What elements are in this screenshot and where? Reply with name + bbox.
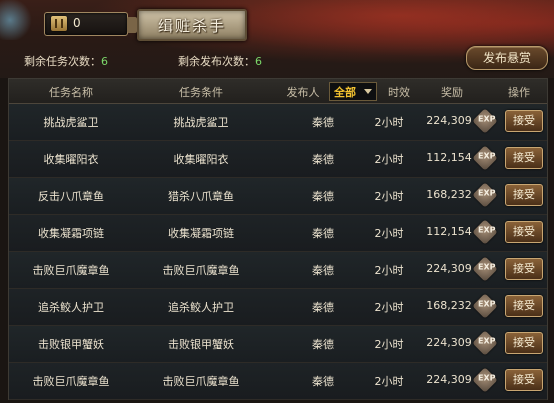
table-row: 击败银甲蟹妖 击败银甲蟹妖 秦德 2小时 224,309 EXP 接受 — [9, 326, 547, 363]
task-condition: 击败巨爪魔章鱼 — [162, 375, 240, 388]
task-condition: 击败巨爪魔章鱼 — [162, 264, 240, 277]
task-duration: 2小时 — [374, 338, 404, 351]
exp-icon: EXP — [472, 182, 498, 208]
task-reward: 168,232 — [426, 188, 472, 201]
remaining-publish-value: 6 — [255, 55, 262, 68]
remaining-publish-label: 剩余发布次数： — [178, 55, 255, 68]
exp-icon: EXP — [472, 256, 498, 282]
task-name: 收集凝霜项链 — [38, 227, 104, 240]
task-name: 击败巨爪魔章鱼 — [32, 264, 110, 277]
accept-button[interactable]: 接受 — [505, 369, 543, 391]
exp-icon: EXP — [472, 330, 498, 356]
task-publisher: 秦德 — [312, 153, 334, 166]
accept-button[interactable]: 接受 — [505, 258, 543, 280]
task-reward: 224,309 — [426, 262, 472, 275]
header-task-name: 任务名称 — [49, 86, 93, 99]
task-duration: 2小时 — [374, 116, 404, 129]
title-ornament — [127, 17, 137, 33]
table-row: 反击八爪章鱼 猎杀八爪章鱼 秦德 2小时 168,232 EXP 接受 — [9, 178, 547, 215]
table-header: 任务名称 任务条件 发布人 全部 时效 奖励 操作 — [9, 79, 547, 104]
task-reward: 112,154 — [426, 151, 472, 164]
task-condition: 收集曜阳衣 — [173, 153, 229, 166]
task-reward: 168,232 — [426, 299, 472, 312]
header-task-condition: 任务条件 — [179, 86, 223, 99]
task-name: 收集曜阳衣 — [43, 153, 99, 166]
accept-button[interactable]: 接受 — [505, 147, 543, 169]
task-publisher: 秦德 — [312, 264, 334, 277]
task-table: 任务名称 任务条件 发布人 全部 时效 奖励 操作 挑战虎鲨卫 挑战虎鲨卫 秦德… — [8, 78, 548, 400]
task-duration: 2小时 — [374, 190, 404, 203]
task-reward: 224,309 — [426, 114, 472, 127]
exp-label: EXP — [478, 225, 496, 235]
task-duration: 2小时 — [374, 227, 404, 240]
task-condition: 猎杀八爪章鱼 — [168, 190, 234, 203]
title-plate: 缉赃杀手 — [127, 9, 247, 41]
remaining-tasks-label: 剩余任务次数： — [24, 55, 101, 68]
exp-icon: EXP — [472, 367, 498, 393]
table-row: 收集曜阳衣 收集曜阳衣 秦德 2小时 112,154 EXP 接受 — [9, 141, 547, 178]
table-row: 击败巨爪魔章鱼 击败巨爪魔章鱼 秦德 2小时 224,309 EXP 接受 — [9, 363, 547, 400]
exp-icon: EXP — [472, 219, 498, 245]
accept-button[interactable]: 接受 — [505, 110, 543, 132]
accept-button[interactable]: 接受 — [505, 295, 543, 317]
task-duration: 2小时 — [374, 375, 404, 388]
accept-button[interactable]: 接受 — [505, 221, 543, 243]
table-row: 挑战虎鲨卫 挑战虎鲨卫 秦德 2小时 224,309 EXP 接受 — [9, 104, 547, 141]
header-publisher: 发布人 — [286, 86, 320, 99]
task-name: 击败银甲蟹妖 — [38, 338, 104, 351]
table-row: 收集凝霜项链 收集凝霜项链 秦德 2小时 112,154 EXP 接受 — [9, 215, 547, 252]
task-publisher: 秦德 — [312, 116, 334, 129]
task-publisher: 秦德 — [312, 227, 334, 240]
currency-count: 0 — [73, 16, 81, 30]
task-condition: 追杀鲛人护卫 — [168, 301, 234, 314]
exp-label: EXP — [478, 299, 496, 309]
remaining-tasks-value: 6 — [101, 55, 108, 68]
publish-bounty-button[interactable]: 发布悬赏 — [466, 46, 548, 70]
task-duration: 2小时 — [374, 264, 404, 277]
remaining-tasks: 剩余任务次数：6 — [24, 53, 108, 69]
task-reward: 112,154 — [426, 225, 472, 238]
task-reward: 224,309 — [426, 336, 472, 349]
currency-display: 0 — [44, 12, 128, 36]
publisher-filter-dropdown[interactable]: 全部 — [329, 82, 377, 101]
page-title: 缉赃杀手 — [157, 17, 226, 35]
exp-label: EXP — [478, 188, 496, 198]
exp-label: EXP — [478, 114, 496, 124]
task-condition: 击败银甲蟹妖 — [168, 338, 234, 351]
ticket-icon — [51, 16, 67, 31]
task-duration: 2小时 — [374, 301, 404, 314]
task-publisher: 秦德 — [312, 301, 334, 314]
header-duration: 时效 — [388, 86, 410, 99]
chevron-down-icon — [364, 89, 372, 94]
table-row: 击败巨爪魔章鱼 击败巨爪魔章鱼 秦德 2小时 224,309 EXP 接受 — [9, 252, 547, 289]
banner-ornament — [0, 0, 40, 40]
exp-label: EXP — [478, 262, 496, 272]
table-body: 挑战虎鲨卫 挑战虎鲨卫 秦德 2小时 224,309 EXP 接受 收集曜阳衣 … — [9, 104, 547, 400]
exp-icon: EXP — [472, 145, 498, 171]
task-publisher: 秦德 — [312, 375, 334, 388]
task-condition: 挑战虎鲨卫 — [173, 116, 229, 129]
task-condition: 收集凝霜项链 — [168, 227, 234, 240]
exp-label: EXP — [478, 336, 496, 346]
publisher-filter-value: 全部 — [334, 86, 356, 99]
exp-label: EXP — [478, 151, 496, 161]
exp-label: EXP — [478, 373, 496, 383]
task-publisher: 秦德 — [312, 338, 334, 351]
accept-button[interactable]: 接受 — [505, 184, 543, 206]
task-name: 挑战虎鲨卫 — [43, 116, 99, 129]
task-name: 击败巨爪魔章鱼 — [32, 375, 110, 388]
accept-button[interactable]: 接受 — [505, 332, 543, 354]
exp-icon: EXP — [472, 293, 498, 319]
table-row: 追杀鲛人护卫 追杀鲛人护卫 秦德 2小时 168,232 EXP 接受 — [9, 289, 547, 326]
task-duration: 2小时 — [374, 153, 404, 166]
task-publisher: 秦德 — [312, 190, 334, 203]
task-reward: 224,309 — [426, 373, 472, 386]
exp-icon: EXP — [472, 108, 498, 134]
task-name: 追杀鲛人护卫 — [38, 301, 104, 314]
remaining-publish: 剩余发布次数：6 — [178, 53, 262, 69]
task-name: 反击八爪章鱼 — [38, 190, 104, 203]
header-reward: 奖励 — [441, 86, 463, 99]
header-action: 操作 — [508, 86, 530, 99]
